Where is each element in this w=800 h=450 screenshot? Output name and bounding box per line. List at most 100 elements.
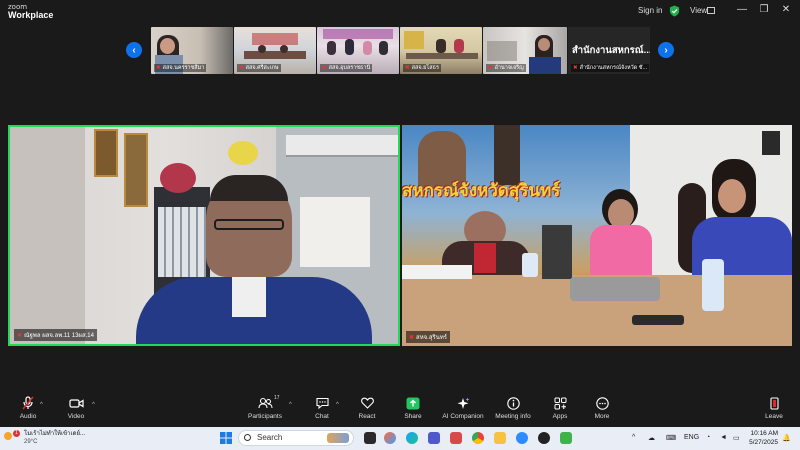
banner-text: สหกรณ์จังหวัดสุรินทร์ xyxy=(402,180,561,200)
notification-bell-icon[interactable]: 🔔 xyxy=(782,434,791,442)
camera-icon xyxy=(68,398,84,408)
prev-page-button[interactable]: ‹ xyxy=(126,42,142,58)
react-label: React xyxy=(358,413,376,420)
participant-name-label: ✖ สหจ.สุรินทร์ xyxy=(406,331,450,343)
participants-options-caret[interactable]: ^ xyxy=(289,402,292,408)
task-view-icon[interactable] xyxy=(364,432,376,444)
banner: สหกรณ์จังหวัดสุรินทร์ xyxy=(402,175,630,205)
weather-widget[interactable]: โมเร้าไม่ทำให้เข้าเดย์... 29°C xyxy=(24,430,85,446)
share-screen-icon xyxy=(406,397,420,409)
video-options-caret[interactable]: ^ xyxy=(92,402,95,408)
windows-taskbar: 1 โมเร้าไม่ทำให้เข้าเดย์... 29°C Search … xyxy=(0,427,800,450)
thumbnail-tile[interactable]: ✖ สสจ.อุบลราชธานี xyxy=(317,27,399,74)
wifi-icon[interactable]: ◔ xyxy=(706,434,710,441)
system-clock[interactable]: 10:16 AM 5/27/2025 xyxy=(746,429,778,447)
windows-start-icon[interactable] xyxy=(220,432,232,444)
audio-options-caret[interactable]: ^ xyxy=(40,402,43,408)
clock-time: 10:16 AM xyxy=(750,430,778,437)
battery-icon[interactable]: ▭ xyxy=(733,434,740,442)
close-icon[interactable]: ✕ xyxy=(778,4,794,15)
thumbnail-tile[interactable]: ✖ อำนาจเจริญ xyxy=(483,27,567,74)
thumbnail-tile[interactable]: ✖ สสจ.ศรีสะเกษ xyxy=(234,27,316,74)
meeting-info-button[interactable]: Meeting info xyxy=(491,396,535,420)
teams-icon[interactable] xyxy=(428,432,440,444)
copilot-icon[interactable] xyxy=(384,432,396,444)
video-label: Video xyxy=(67,413,85,420)
audio-label: Audio xyxy=(19,413,37,420)
more-button[interactable]: More xyxy=(580,396,624,420)
ai-sparkle-icon xyxy=(457,397,469,409)
thumbnail-name: ✖ อำนาจเจริญ xyxy=(486,64,526,72)
thumbnail-name: ✖ สสจ.ศรีสะเกษ xyxy=(237,64,281,72)
weather-badge: 1 xyxy=(13,430,20,437)
meeting-toolbar: Audio ^ Video ^ Participants 17 ^ Chat ^… xyxy=(0,394,800,424)
view-menu[interactable]: View xyxy=(690,6,707,15)
tray-overflow-icon[interactable]: ^ xyxy=(632,434,635,441)
chat-label: Chat xyxy=(315,413,329,420)
thumbnail-tile[interactable]: ✖ สสจ.นครราชสีมา xyxy=(151,27,233,74)
apps-button[interactable]: Apps xyxy=(538,396,582,420)
chat-button[interactable]: Chat xyxy=(300,396,344,420)
title-bar: zoom Workplace Sign in View — ❐ ✕ xyxy=(0,0,800,22)
active-speaker-video[interactable]: ✖ ณัฐพล ผสจ.ลพ.11 13ผส.14 xyxy=(8,125,400,346)
grid-view-icon[interactable] xyxy=(707,7,715,14)
share-label: Share xyxy=(404,413,422,420)
maximize-icon[interactable]: ❐ xyxy=(756,4,772,15)
leave-icon xyxy=(769,396,779,410)
info-icon xyxy=(506,396,520,410)
zoom-logo: zoom Workplace xyxy=(8,3,54,20)
heart-icon xyxy=(360,397,374,409)
leave-label: Leave xyxy=(765,413,783,420)
media-player-icon[interactable] xyxy=(538,432,550,444)
minimize-icon[interactable]: — xyxy=(734,4,750,15)
taskbar-search[interactable]: Search xyxy=(238,430,354,446)
search-icon xyxy=(244,434,251,441)
ai-companion-button[interactable]: AI Companion xyxy=(441,396,485,420)
edge-icon[interactable] xyxy=(406,432,418,444)
sign-in-link[interactable]: Sign in xyxy=(638,6,662,15)
participants-count: 17 xyxy=(274,395,280,401)
thumbnail-name: ✖ สสจ.อุบลราชธานี xyxy=(320,64,373,72)
cloud-icon[interactable]: ☁ xyxy=(648,434,655,442)
language-indicator[interactable]: ENG xyxy=(684,434,699,441)
more-label: More xyxy=(594,413,610,420)
keyboard-icon[interactable]: ⌨ xyxy=(666,434,676,442)
chrome-icon[interactable] xyxy=(472,432,484,444)
ai-companion-label: AI Companion xyxy=(442,413,484,420)
shield-icon[interactable] xyxy=(669,5,680,17)
participants-icon xyxy=(257,397,272,409)
apps-label: Apps xyxy=(552,413,568,420)
participant-name-label: ✖ ณัฐพล ผสจ.ลพ.11 13ผส.14 xyxy=(14,329,97,341)
share-button[interactable]: Share xyxy=(391,396,435,420)
clock-date: 5/27/2025 xyxy=(749,439,778,446)
apps-icon xyxy=(554,397,566,409)
zoom-taskbar-icon[interactable] xyxy=(516,432,528,444)
microphone-muted-icon xyxy=(22,396,34,410)
weather-temp: 29°C xyxy=(24,439,38,445)
participant-video[interactable]: สหกรณ์จังหวัดสุรินทร์ ✖ สหจ.สุรินทร์ xyxy=(402,125,792,346)
participants-label: Participants xyxy=(248,413,282,420)
thumbnail-name: ✖ สสจ.นครราชสีมา xyxy=(154,64,207,72)
thumbnail-name: ✖ สำนักงานสหกรณ์จังหวัด ชั... xyxy=(571,64,650,72)
volume-icon[interactable]: ◄ xyxy=(720,434,727,441)
chat-icon xyxy=(315,397,329,409)
spreadsheet-app-icon[interactable] xyxy=(560,432,572,444)
thumbnail-tile[interactable]: สำนักงานสหกรณ์... ✖ สำนักงานสหกรณ์จังหวัด… xyxy=(568,27,650,74)
chat-options-caret[interactable]: ^ xyxy=(336,402,339,408)
weather-headline: โมเร้าไม่ทำให้เข้าเดย์... xyxy=(24,431,85,437)
weather-icon[interactable] xyxy=(4,432,12,440)
thumbnail-big-name: สำนักงานสหกรณ์... xyxy=(572,45,650,56)
search-highlight-icon xyxy=(327,433,349,443)
office-icon[interactable] xyxy=(450,432,462,444)
next-page-button[interactable]: › xyxy=(658,42,674,58)
participants-button[interactable]: Participants xyxy=(243,396,287,420)
audio-button[interactable]: Audio xyxy=(6,396,50,420)
thumbnail-tile[interactable]: ✖ สสจ.ยโสธร xyxy=(400,27,482,74)
leave-button[interactable]: Leave xyxy=(752,396,796,420)
video-button[interactable]: Video xyxy=(54,396,98,420)
react-button[interactable]: React xyxy=(345,396,389,420)
search-placeholder: Search xyxy=(257,433,283,442)
logo-bottom: Workplace xyxy=(8,10,54,20)
file-explorer-icon[interactable] xyxy=(494,432,506,444)
thumbnail-name: ✖ สสจ.ยโสธร xyxy=(403,64,441,72)
